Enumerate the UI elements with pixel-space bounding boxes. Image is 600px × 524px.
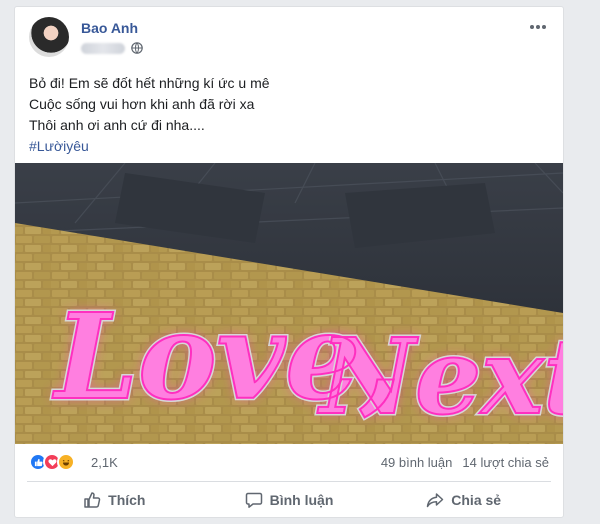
like-label: Thích [108,492,146,508]
comment-count[interactable]: 49 bình luận [381,455,453,470]
neon-sign-photo: Love, Next! Love, Next! Love, Next! [15,163,563,444]
post-line: Thôi anh ơi anh cứ đi nha.... [29,117,205,133]
blurred-timestamp[interactable] [81,42,125,54]
more-options-button[interactable] [527,19,549,35]
svg-text:Next!: Next! [317,315,563,438]
share-button[interactable]: Chia sẻ [376,485,551,515]
share-count[interactable]: 14 lượt chia sẻ [462,455,549,470]
reaction-stats: 2,1K 49 bình luận 14 lượt chia sẻ [29,452,549,474]
like-button[interactable]: Thích [27,485,202,515]
dot-icon [536,25,540,29]
dot-icon [542,25,546,29]
comment-button[interactable]: Bình luận [202,485,377,515]
post-photo[interactable]: Love, Next! Love, Next! Love, Next! [15,163,563,444]
post-card: Bao Anh Bỏ đi! Em sẽ đốt hết những kí ức… [14,6,564,518]
share-arrow-icon [427,493,444,508]
globe-icon [131,42,143,54]
author-name[interactable]: Bao Anh [81,20,138,36]
action-bar: Thích Bình luận Chia sẻ [27,485,551,515]
haha-reaction-icon [57,453,75,471]
avatar[interactable] [29,17,69,57]
post-line: Cuộc sống vui hơn khi anh đã rời xa [29,96,255,112]
engagement-counts: 49 bình luận 14 lượt chia sẻ [381,455,549,470]
comment-bubble-icon [245,492,262,508]
reaction-icons[interactable] [29,453,75,471]
reaction-count[interactable]: 2,1K [91,455,118,470]
post-meta [81,41,143,55]
share-label: Chia sẻ [451,492,502,508]
comment-label: Bình luận [269,492,334,508]
divider [27,481,551,482]
post-header: Bao Anh [29,17,549,61]
post-line: Bỏ đi! Em sẽ đốt hết những kí ức u mê [29,75,270,91]
post-text: Bỏ đi! Em sẽ đốt hết những kí ức u mê Cu… [29,73,549,157]
hashtag-link[interactable]: #Lườiyêu [29,136,549,157]
thumbs-up-icon [84,492,101,508]
dot-icon [530,25,534,29]
